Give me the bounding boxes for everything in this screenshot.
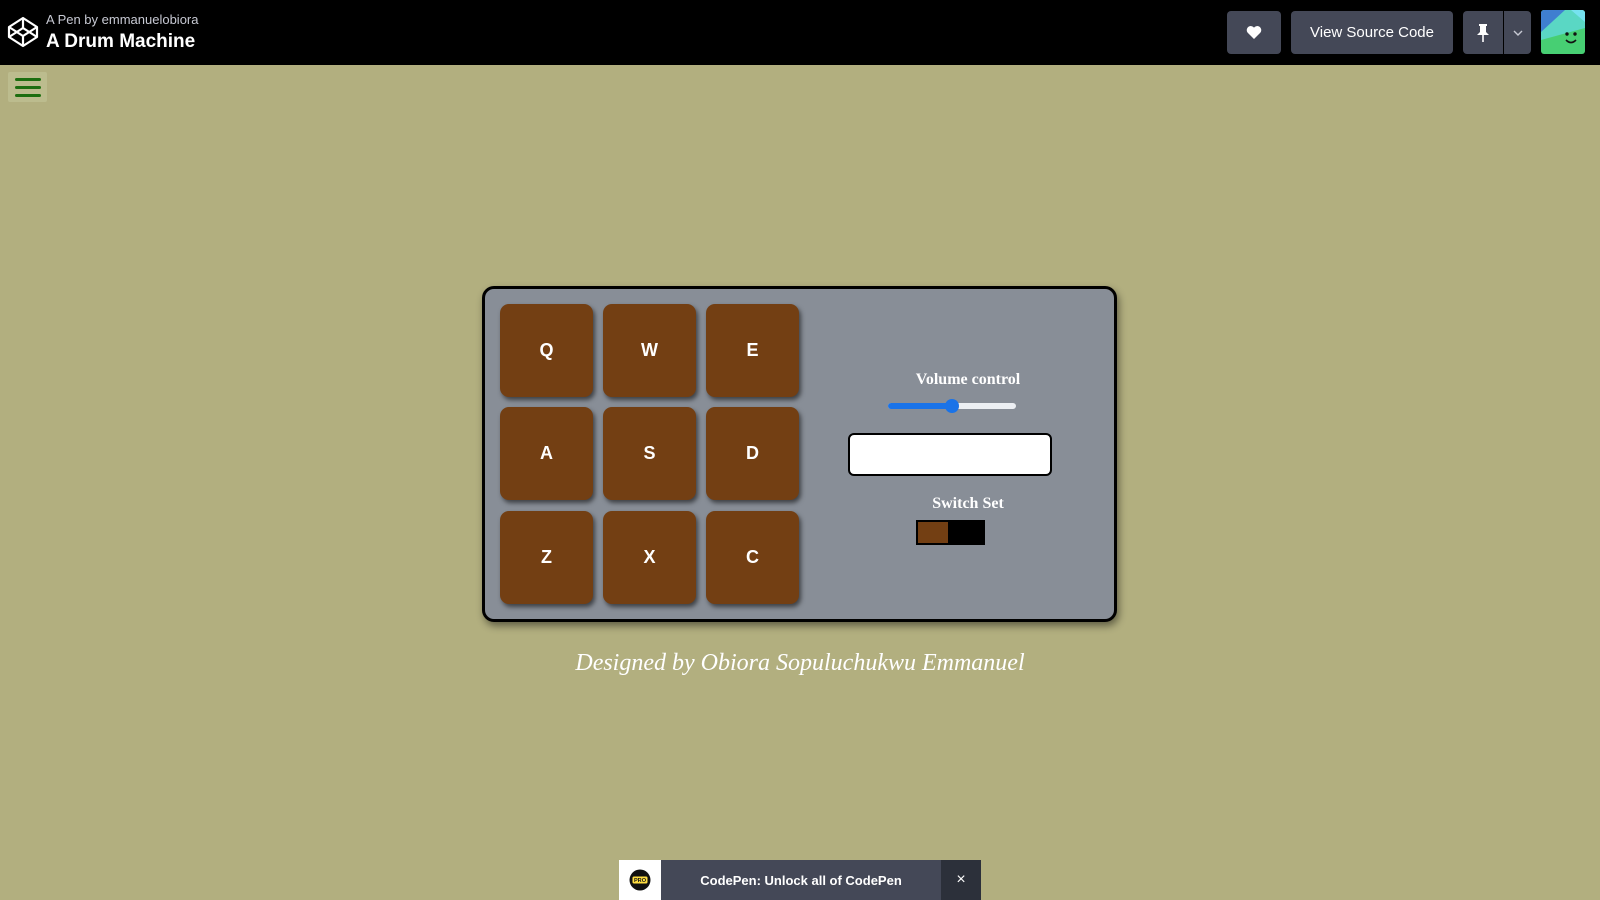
hamburger-menu-icon[interactable] (8, 72, 47, 102)
switch-set-label: Switch Set (932, 495, 1004, 512)
promo-text[interactable]: CodePen: Unlock all of CodePen (661, 860, 941, 900)
switch-set-toggle[interactable] (916, 520, 985, 545)
drum-pad-a[interactable]: A (500, 407, 593, 500)
drum-pad-s[interactable]: S (603, 407, 696, 500)
avatar-image (1541, 10, 1585, 54)
pen-title: A Drum Machine (46, 31, 196, 52)
codepen-header: A Pen by emmanuelobiora A Drum Machine V… (0, 0, 1600, 65)
pin-dropdown-button[interactable] (1504, 11, 1531, 54)
toggle-knob (918, 522, 948, 543)
drum-pad-d[interactable]: D (706, 407, 799, 500)
codepen-pro-banner[interactable]: PRO CodePen: Unlock all of CodePen × (619, 860, 981, 900)
pro-badge-text: PRO (634, 878, 647, 884)
pro-badge-icon: PRO (619, 860, 661, 900)
drum-pad-c[interactable]: C (706, 511, 799, 604)
user-avatar[interactable] (1541, 10, 1585, 54)
close-icon[interactable]: × (941, 860, 981, 900)
drum-pad-w[interactable]: W (603, 304, 696, 397)
codepen-logo-icon[interactable] (7, 16, 39, 48)
controls-panel: Volume control Switch Set (848, 289, 1088, 619)
menu-bar (14, 93, 41, 97)
menu-bar (14, 85, 41, 89)
drum-pad-x[interactable]: X (603, 511, 696, 604)
pin-button[interactable] (1463, 11, 1503, 54)
heart-icon (1246, 26, 1262, 39)
sound-display (848, 433, 1052, 476)
pin-icon (1477, 23, 1489, 42)
pen-byline[interactable]: A Pen by emmanuelobiora (46, 12, 198, 28)
drum-pad-q[interactable]: Q (500, 304, 593, 397)
chevron-down-icon (1513, 30, 1522, 36)
slider-fill (888, 403, 952, 409)
like-button[interactable] (1227, 11, 1281, 54)
pro-badge-graphic: PRO (629, 869, 651, 891)
volume-slider[interactable] (888, 399, 1016, 413)
slider-thumb[interactable] (945, 399, 959, 413)
drum-pad-e[interactable]: E (706, 304, 799, 397)
view-source-button[interactable]: View Source Code (1291, 11, 1453, 54)
volume-label: Volume control (915, 371, 1021, 388)
designer-credit: Designed by Obiora Sopuluchukwu Emmanuel (575, 650, 1025, 676)
drum-pad-z[interactable]: Z (500, 511, 593, 604)
menu-bar (14, 77, 41, 81)
drum-machine: Q W E A S D Z X C Volume control Switch … (482, 286, 1117, 622)
